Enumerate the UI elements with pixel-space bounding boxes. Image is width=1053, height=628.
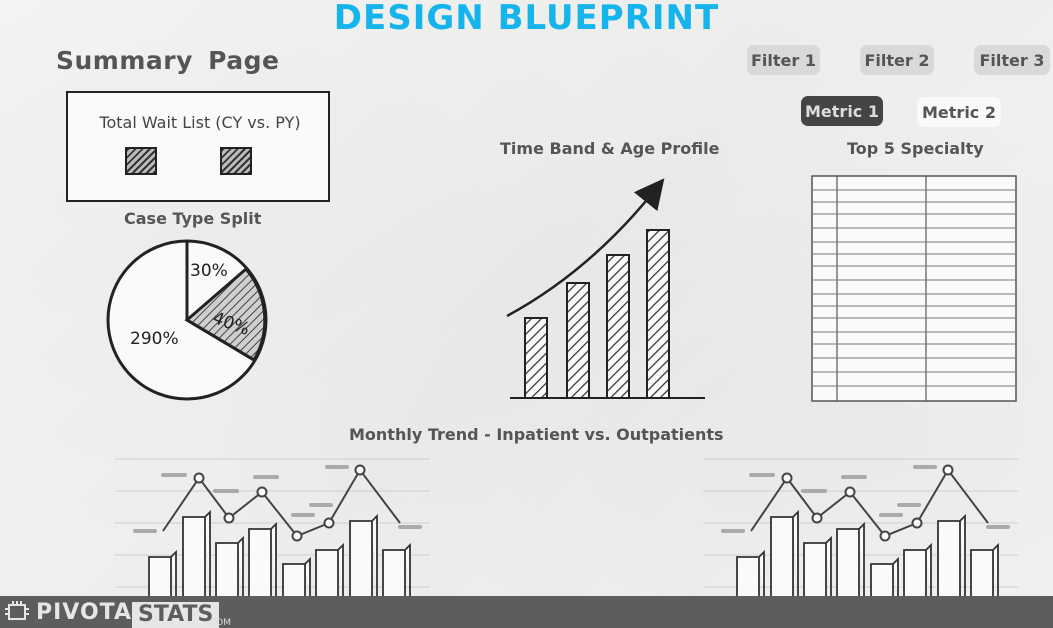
time-band-title: Time Band & Age Profile	[500, 139, 720, 158]
footer-brand: PIVOTAL	[36, 600, 147, 625]
metric-2-button[interactable]: Metric 2	[917, 97, 1001, 127]
pie-label-290: 290%	[130, 329, 179, 349]
metric-1-button[interactable]: Metric 1	[801, 96, 883, 126]
time-band-bar-chart	[506, 178, 705, 399]
case-type-pie-chart: 30% 40% 290%	[106, 239, 268, 401]
inpatient-trend-chart	[115, 458, 430, 597]
page-title: DESIGN BLUEPRINT	[333, 0, 720, 38]
pie-label-30: 30%	[190, 261, 228, 281]
bar-3	[606, 254, 630, 399]
footer-domain: .COM	[207, 618, 231, 628]
current-year-kpi	[125, 147, 157, 175]
wait-list-card: Total Wait List (CY vs. PY)	[66, 91, 330, 202]
outpatient-trend-chart	[703, 458, 1018, 597]
case-type-title: Case Type Split	[124, 209, 262, 228]
prior-year-kpi	[220, 147, 252, 175]
filter-2-button[interactable]: Filter 2	[860, 45, 934, 75]
filter-3-button[interactable]: Filter 3	[974, 45, 1050, 75]
specialty-title: Top 5 Specialty	[847, 139, 984, 158]
monthly-trend-title: Monthly Trend - Inpatient vs. Outpatient…	[349, 425, 724, 444]
filter-1-button[interactable]: Filter 1	[747, 45, 820, 75]
summary-page-title: Summary Page	[56, 46, 280, 75]
chip-icon	[5, 601, 29, 620]
specialty-table	[811, 175, 1017, 402]
bar-1	[524, 317, 548, 399]
bar-2	[566, 282, 590, 399]
bar-4	[646, 229, 670, 399]
wait-list-title: Total Wait List (CY vs. PY)	[99, 113, 301, 132]
